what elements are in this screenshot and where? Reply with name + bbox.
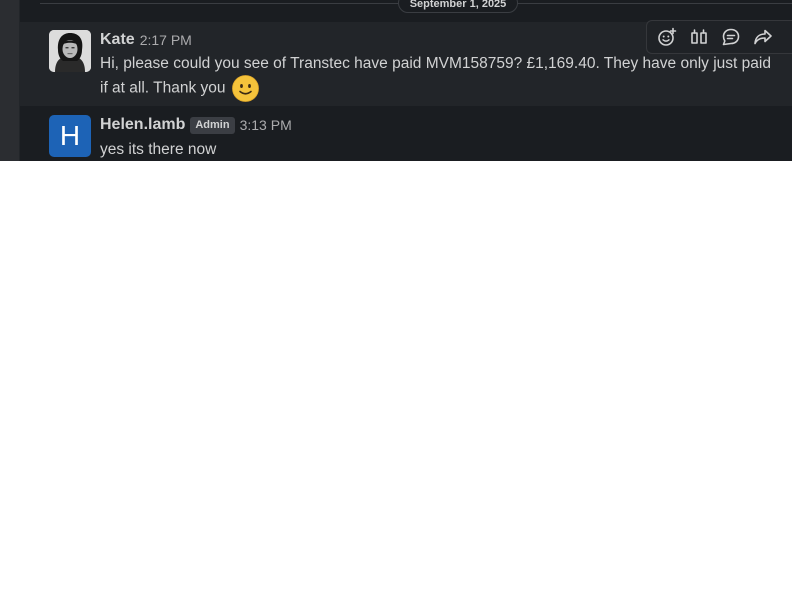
date-divider: September 1, 2025 <box>40 0 792 13</box>
portrait-photo <box>49 30 91 72</box>
thread-reply-icon[interactable] <box>685 24 712 51</box>
message-body: yes its there now <box>100 138 782 161</box>
message-item[interactable]: H Helen.lamb Admin 3:13 PM yes its there… <box>20 106 792 161</box>
timestamp[interactable]: 2:17 PM <box>140 32 192 48</box>
more-options-icon[interactable] <box>781 24 792 51</box>
message-item[interactable]: Kate 2:17 PM Hi, please could you see of… <box>20 20 792 106</box>
message-text: Hi, please could you see of Transtec hav… <box>100 55 771 97</box>
message-actions-toolbar <box>646 20 792 54</box>
avatar[interactable] <box>49 30 91 72</box>
message-body: Hi, please could you see of Transtec hav… <box>100 52 782 102</box>
message-header: Kate 2:17 PM <box>100 30 192 50</box>
message-header: Helen.lamb Admin 3:13 PM <box>100 115 292 135</box>
avatar[interactable]: H <box>49 115 91 157</box>
chat-pane: September 1, 2025 Kate 2:17 PM Hi, pleas… <box>0 0 792 161</box>
timestamp[interactable]: 3:13 PM <box>240 117 292 133</box>
comment-icon[interactable] <box>717 24 744 51</box>
add-reaction-icon[interactable] <box>653 24 680 51</box>
sidebar-rail <box>0 0 20 161</box>
admin-badge: Admin <box>190 116 235 134</box>
author-name[interactable]: Kate <box>100 31 135 49</box>
slightly-smiling-face-icon <box>231 75 259 102</box>
author-name[interactable]: Helen.lamb <box>100 116 185 134</box>
date-pill[interactable]: September 1, 2025 <box>398 0 518 13</box>
message-text: yes its there now <box>100 141 217 158</box>
forward-icon[interactable] <box>749 24 776 51</box>
